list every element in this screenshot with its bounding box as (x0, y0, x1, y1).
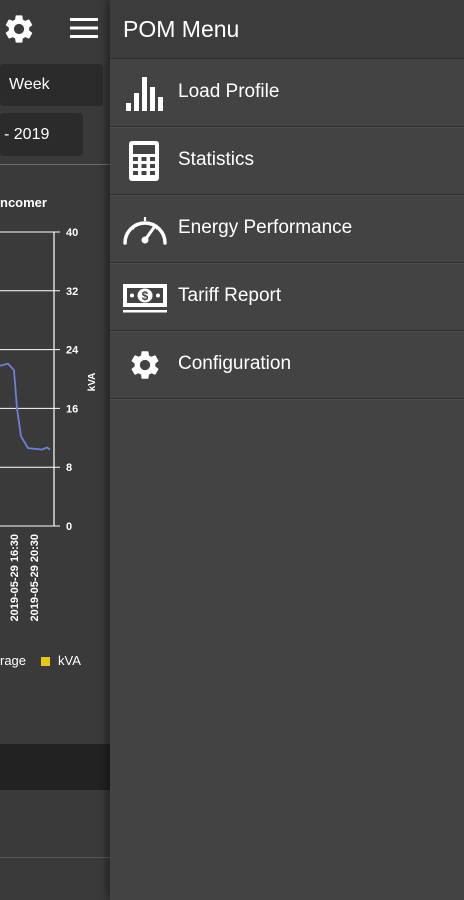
menu-item-statistics[interactable]: Statistics (110, 127, 464, 195)
menu-item-load-profile[interactable]: Load Profile (110, 59, 464, 127)
chart-title: ncomer (0, 195, 47, 210)
menu-item-tariff-report[interactable]: $ Tariff Report (110, 263, 464, 331)
x-tick-label: 2019-05-29 16:30 (9, 534, 21, 621)
menu-item-label: Statistics (178, 149, 255, 170)
chart-gridlines (0, 231, 60, 527)
gear-icon (131, 351, 159, 379)
y-tick-label: 8 (66, 462, 72, 474)
y-axis-label: kVA (87, 373, 98, 392)
drawer-title: POM Menu (123, 16, 240, 42)
svg-text:$: $ (142, 289, 149, 303)
menu-item-label: Energy Performance (178, 217, 353, 238)
hamburger-menu-icon[interactable] (70, 17, 98, 39)
y-tick-label: 40 (66, 227, 78, 239)
period-selector[interactable]: Week (0, 64, 103, 106)
y-axis-ticks: 0 8 16 24 32 40 (66, 227, 79, 533)
menu-item-label: Configuration (178, 353, 292, 374)
divider (0, 164, 110, 165)
x-tick-label: 2019-05-29 20:30 (29, 534, 41, 621)
y-tick-label: 32 (66, 286, 78, 298)
background-app: Week - 2019 ncomer 0 8 16 24 32 40 kVA 2019-0… (0, 0, 112, 900)
settings-gear-icon[interactable] (2, 12, 36, 46)
date-range-label: - 2019 (4, 126, 50, 143)
y-tick-label: 16 (66, 403, 78, 415)
y-tick-label: 0 (66, 521, 72, 533)
navigation-drawer: POM Menu Load Profile Statistics Energy … (110, 0, 464, 900)
menu-item-energy-performance[interactable]: Energy Performance (110, 195, 464, 263)
menu-item-label: Load Profile (178, 81, 280, 102)
menu-item-configuration[interactable]: Configuration (110, 331, 464, 399)
bar-chart-icon (126, 77, 163, 111)
legend-swatch-kva (41, 657, 50, 666)
app-toolbar (0, 0, 112, 58)
money-icon: $ (123, 284, 167, 313)
x-axis-ticks: 2019-05-29 16:30 2019-05-29 20:30 (9, 534, 41, 621)
footer-band (0, 744, 110, 790)
menu-item-label: Tariff Report (178, 285, 282, 306)
drawer-header: POM Menu (110, 0, 464, 59)
speedometer-icon (123, 217, 167, 245)
load-profile-chart: 0816243240 kVA 2019-05-29 16:30 2019-05-2… (0, 227, 98, 621)
legend-item-kva[interactable]: kVA (58, 653, 81, 668)
chart-series-line (0, 362, 51, 451)
legend-item-average[interactable]: rage (0, 653, 26, 668)
date-range-selector[interactable]: - 2019 (0, 113, 83, 156)
calculator-icon (129, 141, 159, 181)
period-selector-label: Week (9, 76, 50, 93)
divider (0, 857, 110, 858)
y-tick-label: 24 (66, 345, 79, 357)
